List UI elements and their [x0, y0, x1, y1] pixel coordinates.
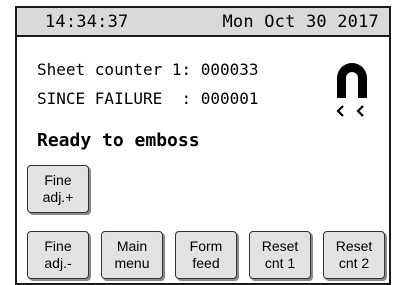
button-label-line2: cnt 2	[338, 255, 370, 271]
reset-counter-1-button[interactable]: Reset cnt 1	[249, 231, 311, 279]
button-label-line2: adj.+	[42, 189, 74, 205]
status-message: Ready to emboss	[37, 130, 200, 151]
button-label-line1: Fine	[44, 172, 72, 188]
button-label-line1: Reset	[335, 238, 373, 254]
button-label-line1: Main	[116, 238, 148, 254]
display-screen: 14:34:37 Mon Oct 30 2017 Sheet counter 1…	[15, 6, 391, 285]
sheet-counter: Sheet counter 1: 000033	[37, 60, 259, 79]
since-failure-counter: SINCE FAILURE : 000001	[37, 89, 259, 108]
magnet-icon	[336, 63, 367, 117]
fine-adjust-plus-button[interactable]: Fine adj.+	[27, 165, 89, 213]
button-label-line2: menu	[114, 255, 150, 271]
date: Mon Oct 30 2017	[222, 12, 379, 32]
button-label-line1: Fine	[44, 238, 72, 254]
button-label-line2: adj.-	[44, 255, 72, 271]
reset-counter-2-button[interactable]: Reset cnt 2	[323, 231, 385, 279]
button-label-line1: Reset	[261, 238, 299, 254]
main-menu-button[interactable]: Main menu	[101, 231, 163, 279]
status-bar: 14:34:37 Mon Oct 30 2017	[17, 8, 389, 37]
button-label-line2: cnt 1	[264, 255, 296, 271]
fine-adjust-minus-button[interactable]: Fine adj.-	[27, 231, 89, 279]
clock: 14:34:37	[45, 12, 129, 32]
button-label-line1: Form	[189, 238, 223, 254]
form-feed-button[interactable]: Form feed	[175, 231, 237, 279]
button-label-line2: feed	[192, 255, 220, 271]
